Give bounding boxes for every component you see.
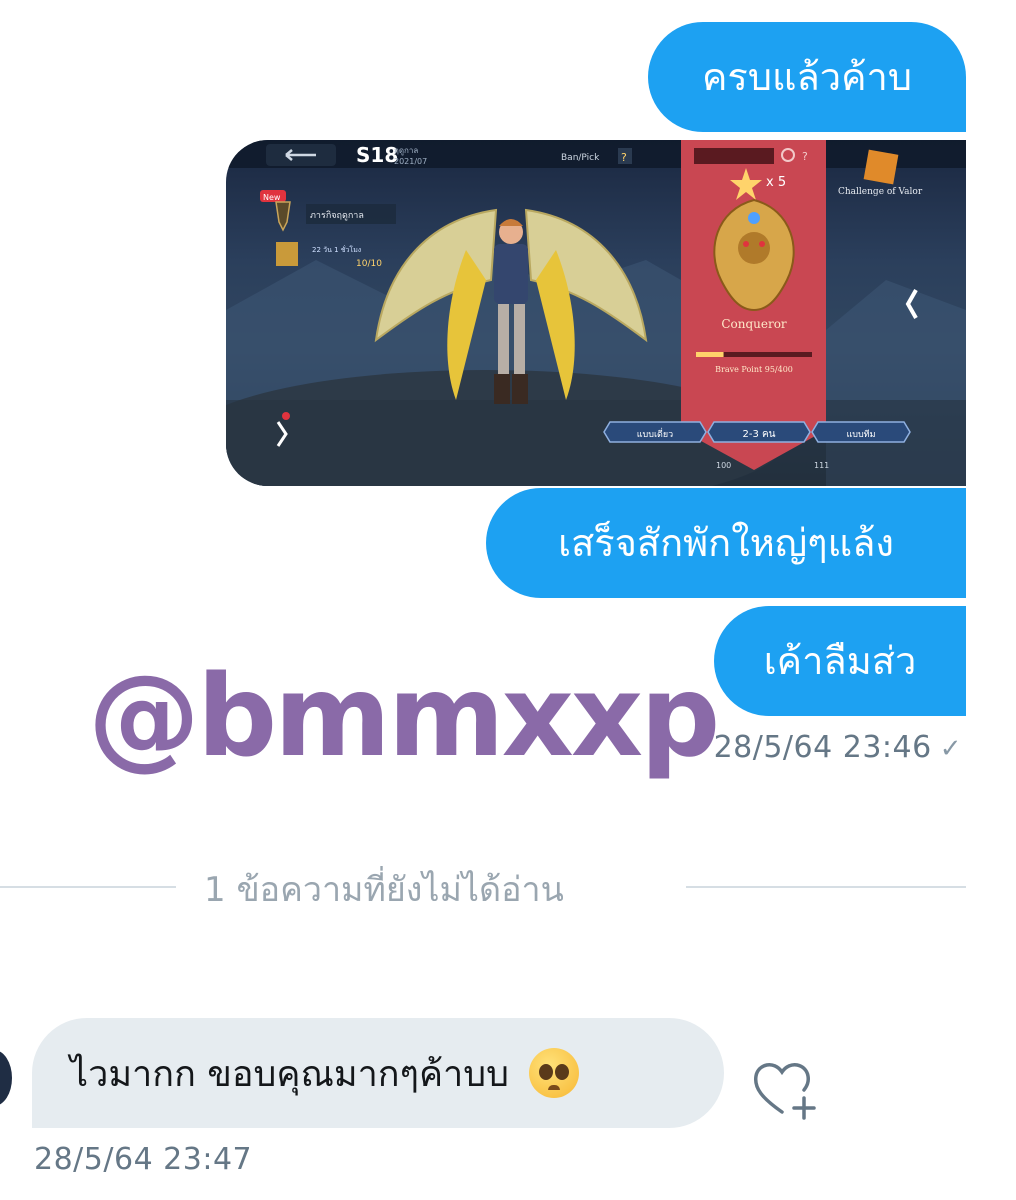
help-glyph: ? [621, 151, 627, 164]
message-text: เสร็จสักพักใหญ่ๆแล้ง [558, 521, 894, 565]
emblem-eye [743, 241, 749, 247]
emblem-face [738, 232, 770, 264]
message-timestamp: 28/5/64 23:47 [34, 1142, 252, 1177]
avatar[interactable] [0, 1050, 12, 1106]
new-badge-text: New [263, 193, 281, 202]
season-label: ฤดูกาล [394, 146, 418, 156]
stat-value: 100 [716, 461, 731, 470]
hero-hair [499, 219, 523, 226]
hero-boot [512, 374, 528, 404]
mode-label: แบบทีม [846, 429, 875, 440]
shield-icon [275, 201, 291, 232]
message-text: ไวมากก ขอบคุณมากๆค้าบบ [70, 1053, 509, 1095]
hero-boot [494, 374, 510, 404]
message-text: ครบแล้วค้าบ [702, 55, 912, 99]
heart-plus-icon[interactable] [752, 1058, 822, 1120]
game-screenshot: S18 ฤดูกาล 2021/07 Ban/Pick ? New ภารกิจ… [226, 140, 966, 486]
challenge-icon [863, 149, 899, 185]
season-text: S18 [356, 143, 398, 167]
outgoing-message[interactable]: ครบแล้วค้าบ [648, 22, 966, 132]
unread-divider-label: 1 ข้อความที่ยังไม่ได้อ่าน [204, 870, 564, 910]
event-progress: 10/10 [356, 259, 382, 269]
rank-count: x 5 [766, 175, 786, 190]
check-icon: ✓ [939, 734, 962, 764]
brave-bar-fill [696, 352, 724, 357]
divider-line [686, 886, 966, 888]
outgoing-message[interactable]: เสร็จสักพักใหญ่ๆแล้ง [486, 488, 966, 598]
event-time: 22 วัน 1 ชั่วโมง [312, 245, 361, 254]
pleading-face-emoji-icon [528, 1048, 579, 1098]
timestamp-text: 28/5/64 23:46 [713, 730, 932, 765]
message-timestamp: 28/5/64 23:46 ✓ [714, 730, 962, 765]
rank-name: Conqueror [721, 317, 787, 331]
hero-leg [514, 304, 525, 374]
ban-pick-label: Ban/Pick [561, 153, 600, 163]
mission-label: ภารกิจฤดูกาล [310, 210, 364, 221]
watermark-text: @bmmxxp [88, 652, 720, 782]
chest-icon [276, 242, 298, 266]
mode-button-group: แบบเดี่ยว 2-3 คน แบบทีม [603, 421, 911, 443]
shared-image[interactable]: S18 ฤดูกาล 2021/07 Ban/Pick ? New ภารกิจ… [226, 140, 966, 486]
incoming-message[interactable]: ไวมากก ขอบคุณมากๆค้าบบ [32, 1018, 724, 1128]
timestamp-text: 28/5/64 23:47 [34, 1142, 253, 1177]
search-field [694, 148, 774, 164]
message-text: เค้าลืมส่ว [763, 639, 917, 683]
divider-line [0, 886, 176, 888]
notification-dot [282, 412, 290, 420]
hero-body [494, 244, 528, 304]
outgoing-message[interactable]: เค้าลืมส่ว [714, 606, 966, 716]
floor-shape [226, 400, 966, 486]
mode-label: 2-3 คน [742, 429, 775, 440]
brave-points: Brave Point 95/400 [715, 365, 793, 374]
challenge-label: Challenge of Valor [838, 187, 923, 197]
help-glyph: ? [802, 150, 808, 163]
hero-leg [498, 304, 509, 374]
stat-value: 111 [814, 461, 829, 470]
season-date: 2021/07 [394, 157, 427, 166]
emblem-gem [748, 212, 760, 224]
emblem-eye [759, 241, 765, 247]
